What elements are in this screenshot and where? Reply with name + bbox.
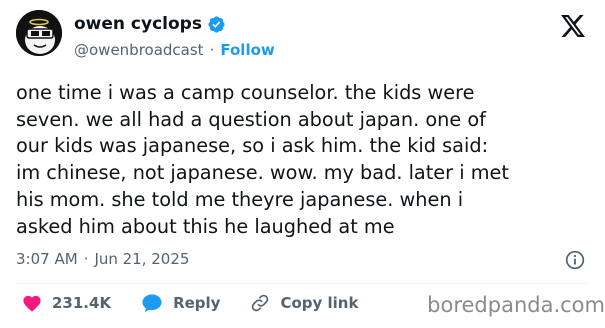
avatar[interactable] <box>16 10 62 56</box>
copy-link-label: Copy link <box>280 294 359 312</box>
copy-link-button[interactable]: Copy link <box>250 293 358 313</box>
heart-icon <box>23 295 41 312</box>
reply-bubble-icon <box>142 294 162 313</box>
separator-dot: · <box>83 250 89 268</box>
avatar-cyclops-icon <box>16 10 62 56</box>
follow-button[interactable]: Follow <box>220 41 274 59</box>
info-icon[interactable] <box>565 250 585 270</box>
tweet-date: Jun 21, 2025 <box>94 250 190 268</box>
like-button[interactable]: 231.4K <box>22 294 111 312</box>
author-handle[interactable]: @owenbroadcast <box>74 41 204 59</box>
tweet-time: 3:07 AM <box>16 250 78 268</box>
author-handle-row: @owenbroadcast · Follow <box>74 41 275 59</box>
author-display-name[interactable]: owen cyclops <box>74 14 202 34</box>
reply-label: Reply <box>173 294 221 312</box>
watermark: boredpanda.com <box>427 293 605 317</box>
x-logo-icon[interactable] <box>561 15 585 37</box>
tweet-text: one time i was a camp counselor. the kid… <box>16 81 509 238</box>
link-icon <box>252 294 269 312</box>
like-count: 231.4K <box>52 294 112 312</box>
divider <box>16 283 589 284</box>
verified-badge-icon <box>207 15 226 34</box>
separator-dot: · <box>209 41 215 59</box>
reply-button[interactable]: Reply <box>141 293 220 313</box>
author-name-row: owen cyclops <box>74 14 226 34</box>
tweet-timestamp[interactable]: 3:07 AM · Jun 21, 2025 <box>16 250 189 268</box>
tweet-actions: 231.4K Reply Copy link <box>22 293 388 313</box>
